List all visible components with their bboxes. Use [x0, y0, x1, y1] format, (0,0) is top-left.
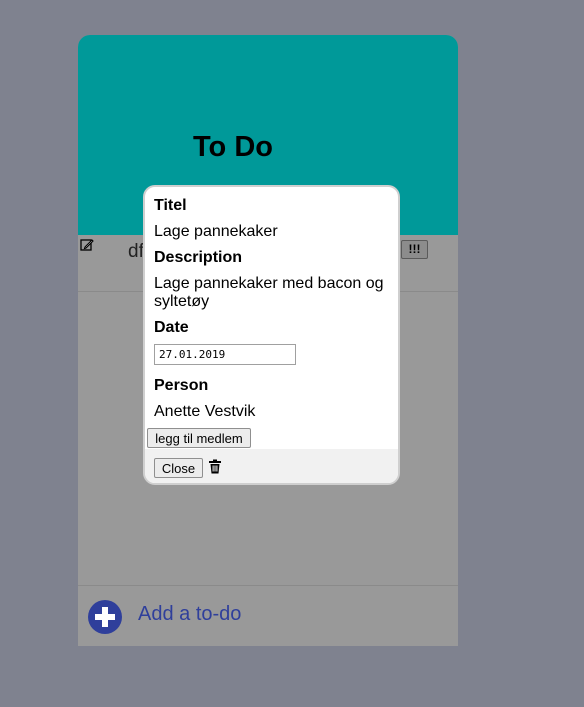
- todo-detail-dialog: Titel Lage pannekaker Description Lage p…: [143, 185, 400, 485]
- dialog-footer: Close: [145, 449, 398, 483]
- description-label: Description: [154, 249, 243, 266]
- date-field[interactable]: [154, 344, 296, 365]
- plus-circle-icon[interactable]: [88, 600, 122, 634]
- close-button[interactable]: Close: [154, 458, 203, 478]
- person-label: Person: [154, 377, 209, 394]
- person-value: Anette Vestvik: [154, 403, 256, 420]
- title-label: Titel: [154, 197, 187, 214]
- date-label: Date: [154, 319, 189, 336]
- priority-button[interactable]: !!!: [401, 240, 428, 259]
- add-member-button[interactable]: legg til medlem: [147, 428, 251, 448]
- dialog-body: Titel Lage pannekaker Description Lage p…: [145, 187, 398, 449]
- description-value: Lage pannekaker med bacon og syltetøy: [154, 275, 384, 310]
- trash-icon[interactable]: [208, 459, 222, 474]
- page-title: To Do: [193, 131, 273, 163]
- edit-icon[interactable]: [80, 238, 94, 252]
- title-value: Lage pannekaker: [154, 223, 278, 240]
- add-todo-bar[interactable]: Add a to-do: [78, 585, 458, 646]
- add-todo-label[interactable]: Add a to-do: [138, 603, 241, 626]
